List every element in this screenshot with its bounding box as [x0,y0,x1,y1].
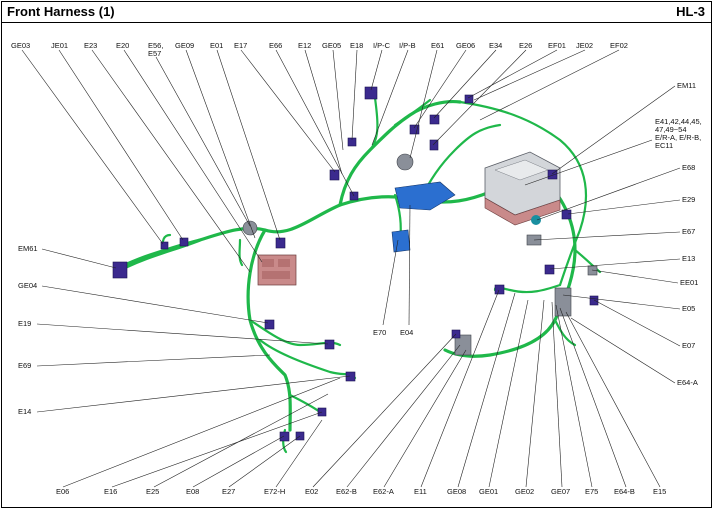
label-e61: E61 [431,41,444,50]
center-junction-block [257,254,297,286]
connector-e19 [264,319,275,330]
connector-e08 [279,431,290,442]
connector-je01 [179,237,189,247]
label-e64-b: E64-B [614,487,635,496]
label-ef02: EF02 [610,41,628,50]
connector-em61 [112,261,128,279]
label-e66: E66 [269,41,282,50]
label-e15: E15 [653,487,666,496]
harness-bracket [391,181,456,253]
label-e20: E20 [116,41,129,50]
label-ip-c: I/P-C [373,41,391,50]
label-e08: E08 [186,487,199,496]
label-em61: EM61 [18,244,38,253]
connector-ip-c [364,86,378,100]
connector-ge06 [429,114,440,125]
label-e72-h: E72-H [264,487,285,496]
label-ef01: EF01 [548,41,566,50]
label-e62-a: E62-A [373,487,394,496]
connector-e13 [544,264,555,275]
label-e19: E19 [18,319,31,328]
label-je02: JE02 [576,41,593,50]
label-ge07: GE07 [551,487,570,496]
label-e01: E01 [210,41,223,50]
label-e16: E16 [104,487,117,496]
label-ge04: GE04 [18,281,37,290]
label-e67: E67 [682,227,695,236]
label-e41-line4: EC11 [655,141,673,150]
junction-blocks [257,151,561,286]
engine-room-junction-box [484,151,561,226]
label-e06: E06 [56,487,69,496]
label-ge02: GE02 [515,487,534,496]
label-e27: E27 [222,487,235,496]
label-ge06: GE06 [456,41,475,50]
label-e69: E69 [18,361,31,370]
label-e05: E05 [682,304,695,313]
label-em11: EM11 [677,81,696,90]
label-e18: E18 [350,41,363,50]
label-e29: E29 [682,195,695,204]
label-e26: E26 [519,41,532,50]
harness-routing [116,96,602,454]
connector-e68 [531,215,541,225]
connector-e69 [324,339,335,350]
label-e17: E17 [234,41,247,50]
label-je01: JE01 [51,41,68,50]
label-e07: E07 [682,341,695,350]
label-ee01: EE01 [680,278,698,287]
label-e13: E13 [682,254,695,263]
label-e23: E23 [84,41,97,50]
label-ge05: GE05 [322,41,341,50]
label-ip-b: I/P-B [399,41,416,50]
connector-e07 [589,295,599,306]
label-ge01: GE01 [479,487,498,496]
connector-e56-e57 [242,220,258,236]
label-e75: E75 [585,487,598,496]
label-ge09: GE09 [175,41,194,50]
connector-e01 [275,237,286,249]
label-e14: E14 [18,407,31,416]
label-e02: E02 [305,487,318,496]
label-e68: E68 [682,163,695,172]
label-e11: E11 [414,487,427,496]
label-e57: E57 [148,49,161,58]
connector-e29 [561,209,572,220]
label-e12: E12 [298,41,311,50]
diagram-sheet: Front Harness (1) HL-3 GE03 JE01 E23 E20… [0,0,715,511]
label-e04: E04 [400,328,413,337]
label-ge03: GE03 [11,41,30,50]
label-e25: E25 [146,487,159,496]
label-e64-a: E64-A [677,378,698,387]
label-e62-b: E62-B [336,487,357,496]
label-ge08: GE08 [447,487,466,496]
label-e34: E34 [489,41,502,50]
connectors [112,86,599,442]
harness-diagram: GE03 JE01 E23 E20 E56, E57 GE09 E01 E17 … [11,41,702,496]
connector-e11 [494,284,505,295]
label-e70: E70 [373,328,386,337]
